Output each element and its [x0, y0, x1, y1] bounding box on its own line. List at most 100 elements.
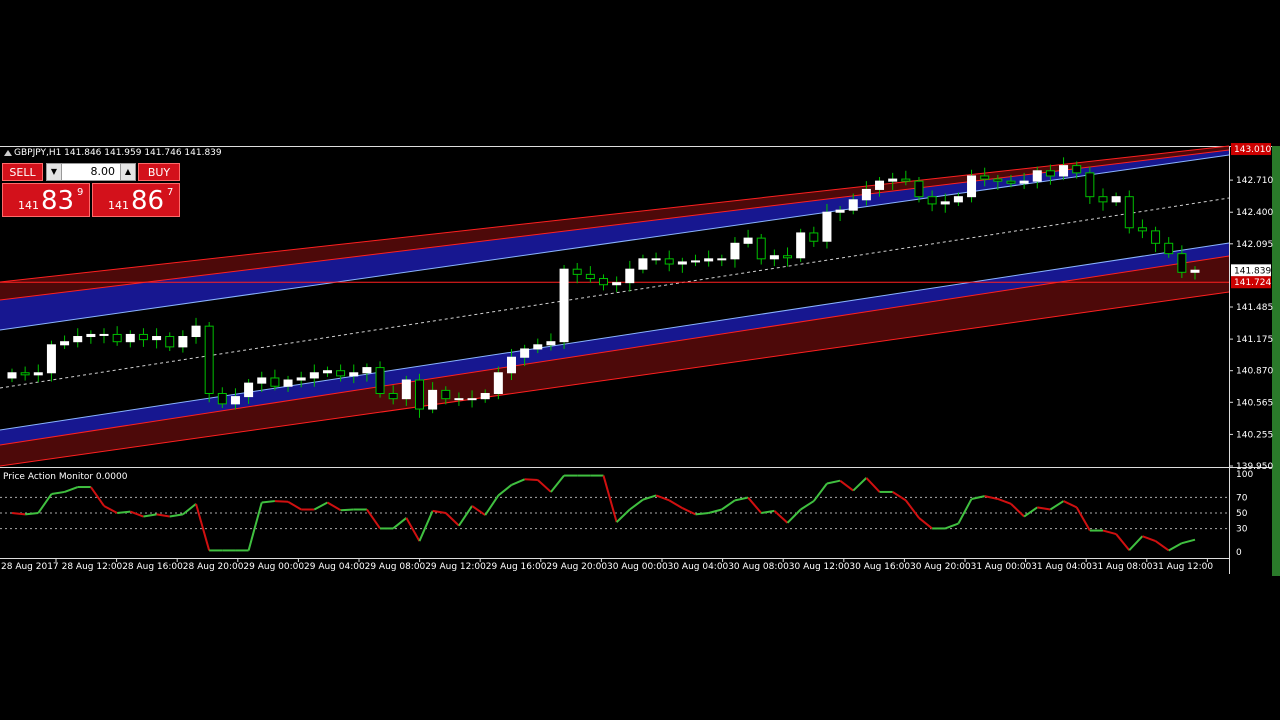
candle-body: [914, 180, 924, 198]
candle-body: [848, 199, 858, 211]
y-tick-label: 141.175: [1236, 335, 1273, 345]
sell-price-button[interactable]: 141 83 9: [2, 183, 90, 217]
candle-body: [953, 196, 963, 203]
candle-body: [743, 237, 753, 244]
candle-body: [717, 258, 727, 261]
buy-price-button[interactable]: 141 86 7: [92, 183, 180, 217]
candle-body: [533, 344, 543, 350]
osc-segment: [524, 478, 538, 482]
volume-decrease-icon[interactable]: ▼: [47, 164, 62, 180]
candle-body: [796, 232, 806, 259]
candle-body: [165, 336, 175, 348]
x-tick-label: 28 Aug 12:00: [62, 562, 123, 572]
candle-body: [138, 333, 148, 341]
osc-segment: [117, 510, 131, 514]
symbol-arrow-icon: [4, 150, 12, 156]
candle-body: [572, 268, 582, 275]
volume-increase-icon[interactable]: ▲: [120, 164, 135, 180]
y-tick-label: 140.255: [1236, 430, 1273, 440]
candle-body: [940, 201, 950, 205]
osc-segment: [261, 500, 275, 504]
candle-body: [296, 377, 306, 381]
candle-body: [1019, 180, 1029, 184]
candle-body: [322, 370, 332, 374]
candle-body: [901, 178, 911, 182]
osc-level-label: 30: [1236, 525, 1248, 535]
volume-stepper[interactable]: ▼ 8.00 ▲: [46, 163, 136, 181]
candle-body: [309, 372, 319, 379]
oscillator-title: Price Action Monitor 0.0000: [3, 472, 128, 482]
one-click-trading-panel: SELL ▼ 8.00 ▲ BUY 141 83 9 141 86 7: [2, 163, 180, 217]
x-tick-label: 29 Aug 16:00: [486, 562, 547, 572]
price-label-current: 141.839: [1234, 266, 1271, 276]
candle-body: [375, 367, 385, 394]
candle-body: [178, 336, 188, 348]
candle-body: [480, 392, 490, 400]
candle-body: [599, 278, 608, 286]
x-tick-label: 30 Aug 12:00: [789, 562, 850, 572]
y-tick-label: 142.095: [1236, 240, 1273, 250]
price-label-top: 143.010: [1234, 145, 1271, 155]
x-tick-label: 29 Aug 08:00: [365, 562, 426, 572]
buy-price-small: 141: [108, 199, 129, 212]
chart-canvas[interactable]: 142.710 142.400 142.095 141.485 141.175 140.8…: [0, 0, 1280, 720]
candle-body: [1072, 165, 1082, 174]
candle-body: [1164, 242, 1174, 255]
osc-segment: [695, 512, 709, 516]
buy-button[interactable]: BUY: [138, 163, 180, 181]
candle-body: [270, 377, 280, 387]
candle-body: [691, 260, 701, 263]
candle-body: [217, 392, 227, 405]
x-tick-label: 31 Aug 00:00: [971, 562, 1032, 572]
price-label-line: 141.724: [1234, 278, 1271, 288]
candle-body: [783, 255, 793, 259]
candle-body: [283, 379, 293, 387]
osc-level-label: 70: [1236, 493, 1248, 503]
osc-segment: [274, 500, 289, 503]
candle-body: [336, 370, 346, 377]
candle-body: [7, 372, 17, 379]
candle-body: [1190, 269, 1200, 273]
sell-button[interactable]: SELL: [2, 163, 43, 181]
osc-level-label: 0: [1236, 548, 1242, 558]
y-tick-label: 140.565: [1236, 398, 1273, 408]
candle-body: [967, 175, 977, 198]
symbol-header: GBPJPY,H1 141.846 141.959 141.746 141.83…: [14, 148, 222, 158]
candle-body: [875, 180, 885, 190]
candle-body: [546, 341, 556, 346]
candle-body: [401, 379, 411, 400]
x-tick-label: 31 Aug 12:00: [1152, 562, 1213, 572]
x-tick-label: 30 Aug 20:00: [910, 562, 971, 572]
candle-body: [414, 379, 424, 410]
candle-body: [506, 356, 516, 374]
candle-body: [454, 398, 464, 401]
volume-value[interactable]: 8.00: [91, 165, 116, 178]
x-tick-label: 30 Aug 08:00: [728, 562, 789, 572]
x-tick-label: 31 Aug 08:00: [1092, 562, 1153, 572]
candle-body: [809, 232, 819, 242]
x-tick-label: 31 Aug 04:00: [1031, 562, 1092, 572]
candle-body: [1111, 196, 1121, 203]
x-tick-label: 30 Aug 04:00: [668, 562, 729, 572]
candle-body: [1059, 165, 1069, 177]
osc-segment: [11, 512, 26, 516]
candle-body: [704, 258, 714, 262]
buy-price-big: 86: [131, 186, 165, 216]
candle-body: [362, 367, 372, 374]
candle-body: [1045, 170, 1055, 177]
candle-body: [520, 348, 530, 358]
candle-body: [730, 242, 740, 260]
x-tick-label: 29 Aug 00:00: [243, 562, 304, 572]
candle-body: [493, 372, 503, 394]
buy-price-sup: 7: [167, 187, 174, 198]
candle-body: [1137, 227, 1147, 232]
sell-price-sup: 9: [77, 187, 84, 198]
candle-body: [993, 178, 1003, 182]
candle-body: [257, 377, 267, 384]
candle-body: [349, 372, 359, 377]
osc-level-label: 100: [1236, 470, 1253, 480]
x-tick-label: 28 Aug 16:00: [122, 562, 183, 572]
candle-body: [388, 392, 398, 400]
x-tick-label: 29 Aug 04:00: [304, 562, 365, 572]
candle-body: [441, 389, 451, 400]
